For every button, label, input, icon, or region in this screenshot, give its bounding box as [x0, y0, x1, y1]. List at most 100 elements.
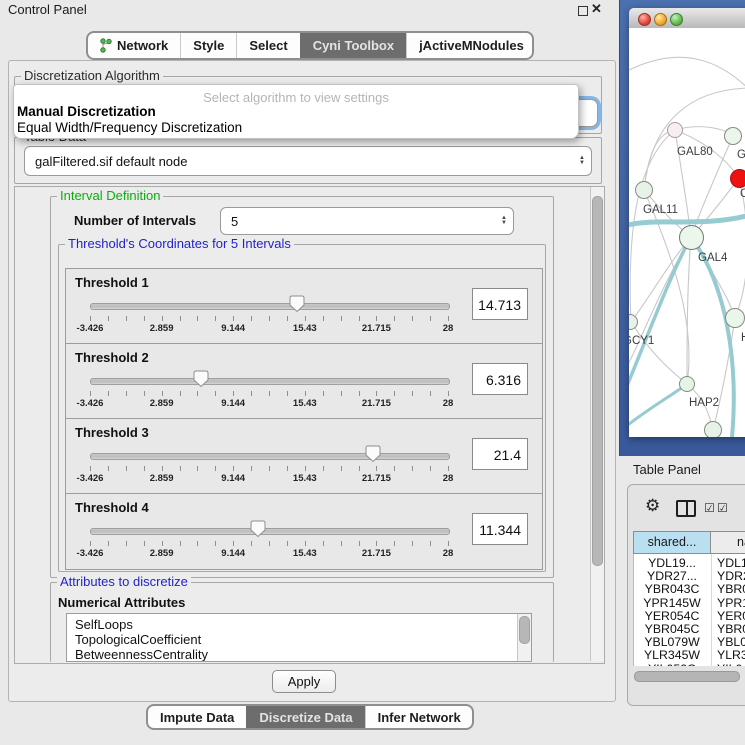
- split-view-icon[interactable]: [676, 500, 696, 517]
- apply-button[interactable]: Apply: [272, 670, 336, 693]
- slider-thumb[interactable]: [289, 295, 305, 313]
- cell-name: YER0: [717, 609, 745, 623]
- node-label-c: C: [740, 188, 745, 200]
- numerical-attributes-list[interactable]: SelfLoopsTopologicalCoefficientBetweenne…: [66, 613, 532, 662]
- table-row[interactable]: YER054CYER0: [634, 609, 745, 622]
- table-row[interactable]: YBR043CYBR0: [634, 582, 745, 595]
- slider-tick-label: -3.426: [77, 398, 104, 409]
- network-node-h[interactable]: [725, 308, 745, 328]
- tab-discretize-data[interactable]: Discretize Data: [246, 706, 364, 728]
- node-table-body[interactable]: YDL19...YDL1YDR27...YDR2YBR043CYBR0YPR14…: [633, 554, 745, 666]
- slider-track[interactable]: [90, 378, 450, 385]
- slider-tick: [144, 316, 145, 321]
- attribute-item-selfloops[interactable]: SelfLoops: [75, 617, 133, 632]
- slider-thumb[interactable]: [250, 520, 266, 538]
- slider-track[interactable]: [90, 303, 450, 310]
- number-of-intervals-combobox[interactable]: 5 ▲▼: [220, 207, 514, 235]
- spinner-arrows-icon[interactable]: ▲▼: [495, 216, 513, 226]
- spinner-arrows-icon[interactable]: ▲▼: [573, 156, 591, 166]
- table-row[interactable]: YLR345WYLR3: [634, 648, 745, 661]
- slider-tick: [359, 316, 360, 321]
- slider-tick: [287, 391, 288, 396]
- screen: Control Panel ✕ NetworkStyleSelectCyni T…: [0, 0, 745, 745]
- slider-tick-label: -3.426: [77, 473, 104, 484]
- attributes-scrollbar-thumb[interactable]: [519, 616, 530, 644]
- slider-tick: [305, 541, 306, 546]
- node-label-h: H: [741, 332, 745, 344]
- column-header-name[interactable]: na: [710, 531, 745, 554]
- tab-cyni-toolbox[interactable]: Cyni Toolbox: [300, 33, 406, 58]
- slider-tick-label: 9.144: [221, 473, 245, 484]
- network-node-ga[interactable]: [724, 127, 742, 145]
- table-row[interactable]: YIL052CYIL0: [634, 662, 745, 666]
- slider-tick: [323, 391, 324, 396]
- network-canvas[interactable]: GAL80GACGAL11GAL4HGCY1HAP2: [629, 28, 745, 437]
- cell-name: YBR0: [717, 582, 745, 596]
- horizontal-scrollbar-thumb[interactable]: [634, 671, 740, 682]
- table-row[interactable]: YBL079WYBL0: [634, 635, 745, 648]
- close-traffic-light-icon[interactable]: [638, 13, 651, 26]
- network-node-gal11[interactable]: [635, 181, 653, 199]
- table-row[interactable]: YDR27...YDR2: [634, 569, 745, 582]
- attributes-scrollbar[interactable]: [517, 614, 531, 661]
- threshold-value-field[interactable]: 11.344: [472, 513, 528, 545]
- table-row[interactable]: YDL19...YDL1: [634, 556, 745, 569]
- table-data-combobox[interactable]: galFiltered.sif default node ▲▼: [24, 146, 592, 176]
- table-row[interactable]: YBR045CYBR0: [634, 622, 745, 635]
- float-window-icon[interactable]: [578, 6, 588, 16]
- checkbox-icon[interactable]: ☑: [717, 502, 728, 514]
- slider-tick: [376, 541, 377, 546]
- node-label-gal11: GAL11: [643, 204, 678, 216]
- popup-item-manual-discretization[interactable]: Manual Discretization: [17, 104, 156, 119]
- slider-track[interactable]: [90, 528, 450, 535]
- numerical-attributes-label: Numerical Attributes: [58, 595, 185, 610]
- vertical-scrollbar[interactable]: [590, 187, 604, 661]
- cell-shared-name: YIL052C: [634, 662, 710, 666]
- threshold-value-field[interactable]: 21.4: [472, 438, 528, 470]
- network-node-gal4[interactable]: [679, 225, 704, 250]
- slider-tick: [90, 541, 91, 546]
- column-header-shared-name[interactable]: shared...: [633, 531, 711, 554]
- network-node-gal80[interactable]: [667, 122, 683, 138]
- slider-track[interactable]: [90, 453, 450, 460]
- tab-style[interactable]: Style: [180, 33, 236, 58]
- slider-tick: [448, 391, 449, 396]
- slider-tick: [215, 541, 216, 546]
- slider-tick: [197, 316, 198, 321]
- attribute-item-topologicalcoefficient[interactable]: TopologicalCoefficient: [75, 632, 201, 647]
- slider-tick: [287, 466, 288, 471]
- cell-name: YLR3: [717, 648, 745, 662]
- threshold-value-field[interactable]: 6.316: [472, 363, 528, 395]
- network-window-titlebar[interactable]: [629, 8, 745, 29]
- close-icon[interactable]: ✕: [591, 1, 602, 17]
- popup-item-equal-width-frequency[interactable]: Equal Width/Frequency Discretization: [17, 120, 242, 135]
- algorithm-group-title: Discretization Algorithm: [21, 69, 163, 83]
- slider-thumb[interactable]: [365, 445, 381, 463]
- slider-tick-label: 21.715: [362, 323, 391, 334]
- cell-shared-name: YBR045C: [634, 622, 710, 636]
- slider-tick-label: 15.43: [293, 398, 317, 409]
- tab-infer-network[interactable]: Infer Network: [365, 706, 473, 728]
- slider-tick: [144, 541, 145, 546]
- tab-impute-data[interactable]: Impute Data: [148, 706, 246, 728]
- slider-tick-label: 2.859: [150, 548, 174, 559]
- tab-network[interactable]: Network: [88, 33, 180, 58]
- tab-select[interactable]: Select: [236, 33, 299, 58]
- table-row[interactable]: YPR145WYPR1: [634, 596, 745, 609]
- cell-shared-name: YBL079W: [634, 635, 710, 649]
- tab-jactivemnodules[interactable]: jActiveMNodules: [406, 33, 534, 58]
- network-node-c[interactable]: [730, 169, 745, 188]
- gear-icon[interactable]: ⚙: [645, 497, 660, 514]
- slider-thumb[interactable]: [193, 370, 209, 388]
- attribute-item-betweennesscentrality[interactable]: BetweennessCentrality: [75, 647, 208, 662]
- slider-tick-label: 28: [443, 473, 454, 484]
- slider-tick: [251, 466, 252, 471]
- checkbox-icon[interactable]: ☑: [704, 502, 715, 514]
- slider-tick: [412, 541, 413, 546]
- zoom-traffic-light-icon[interactable]: [670, 13, 683, 26]
- minimize-traffic-light-icon[interactable]: [654, 13, 667, 26]
- network-node[interactable]: [704, 421, 722, 437]
- network-node-hap2[interactable]: [679, 376, 695, 392]
- threshold-value-field[interactable]: 14.713: [472, 288, 528, 320]
- vertical-scrollbar-thumb[interactable]: [592, 196, 603, 566]
